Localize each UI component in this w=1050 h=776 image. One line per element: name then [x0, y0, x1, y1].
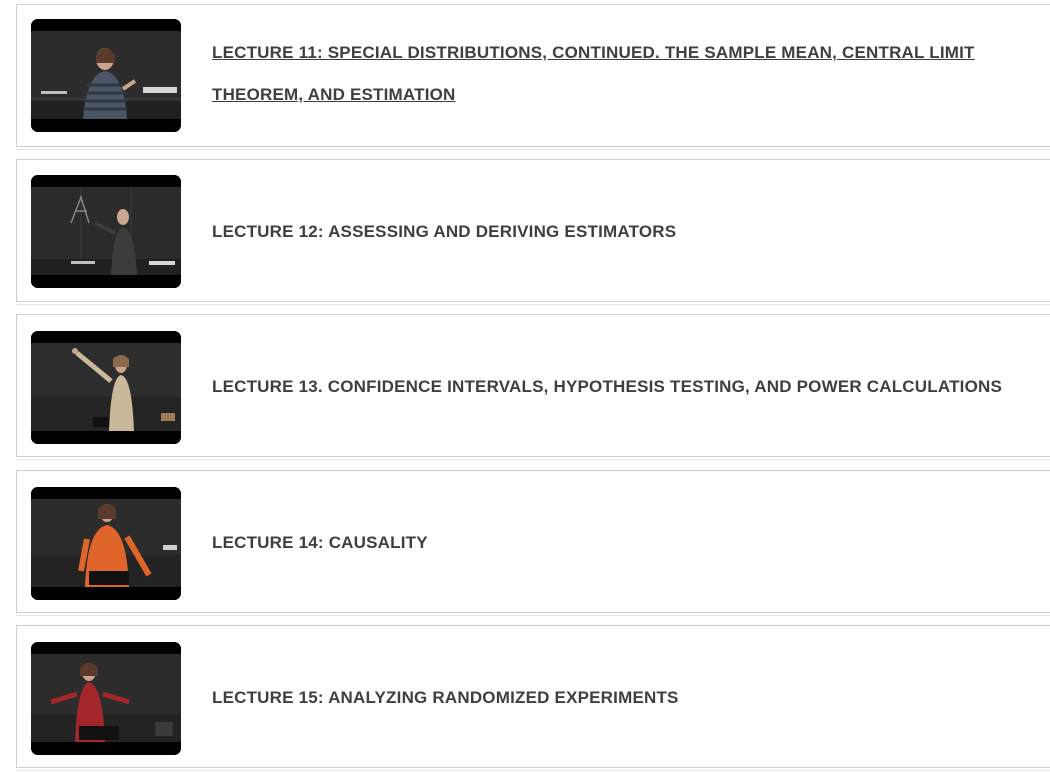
lecture-title-13[interactable]: LECTURE 13. CONFIDENCE INTERVALS, HYPOTH… [212, 377, 1040, 397]
video-still-13 [31, 331, 181, 444]
video-still-12 [31, 175, 181, 288]
lecture-card-11: LECTURE 11: SPECIAL DISTRIBUTIONS, CONTI… [16, 4, 1050, 150]
lecture-thumbnail-13[interactable] [31, 331, 181, 444]
lecture-card-12: LECTURE 12: ASSESSING AND DERIVING ESTIM… [16, 159, 1050, 305]
lecture-link-11[interactable]: LECTURE 11: SPECIAL DISTRIBUTIONS, CONTI… [212, 43, 975, 104]
lecture-title-12[interactable]: LECTURE 12: ASSESSING AND DERIVING ESTIM… [212, 222, 1040, 242]
lecture-thumbnail-15[interactable] [31, 642, 181, 755]
video-still-14 [31, 487, 181, 600]
lecture-thumbnail-12[interactable] [31, 175, 181, 288]
lecture-card-14: LECTURE 14: CAUSALITY [16, 470, 1050, 616]
video-still-11 [31, 19, 181, 132]
lecture-title-15[interactable]: LECTURE 15: ANALYZING RANDOMIZED EXPERIM… [212, 688, 1040, 708]
lecture-thumbnail-14[interactable] [31, 487, 181, 600]
lecture-card-15: LECTURE 15: ANALYZING RANDOMIZED EXPERIM… [16, 625, 1050, 771]
lecture-thumbnail-11[interactable] [31, 19, 181, 132]
lecture-title-14[interactable]: LECTURE 14: CAUSALITY [212, 533, 1040, 553]
lecture-card-13: LECTURE 13. CONFIDENCE INTERVALS, HYPOTH… [16, 314, 1050, 460]
lecture-title-11[interactable]: LECTURE 11: SPECIAL DISTRIBUTIONS, CONTI… [212, 32, 1040, 116]
video-still-15 [31, 642, 181, 755]
